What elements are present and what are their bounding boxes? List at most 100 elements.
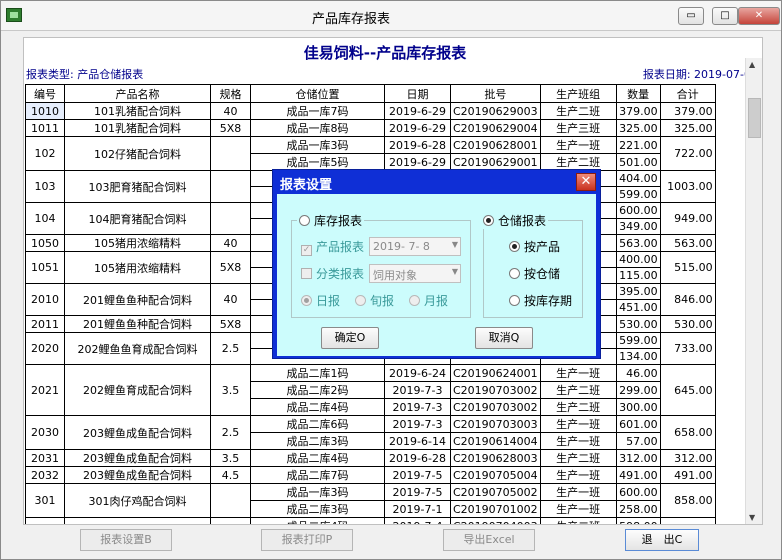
checkbox-icon [301, 268, 312, 279]
cell-total: 1003.00 [659, 170, 716, 203]
cell-location: 成品一库7码 [250, 102, 385, 120]
cell-code: 2032 [25, 466, 65, 484]
cell-location: 成品二库1码 [250, 364, 385, 382]
cell-spec: 2.5 [210, 332, 251, 365]
monthly-label: 月报 [424, 294, 449, 308]
cell-batch: C20190704003 [450, 517, 541, 524]
cell-code: 301 [25, 483, 65, 518]
cell-spec: 3.5 [210, 449, 251, 467]
scroll-thumb[interactable] [748, 98, 761, 138]
cell-code: 2021 [25, 364, 65, 416]
cell-quantity: 221.00 [615, 136, 661, 154]
table-row[interactable]: 2031 203鲤鱼成鱼配合饲料 3.5 成品二库4码 2019-6-28 C201906… [25, 449, 716, 467]
exit-button[interactable]: 退 出C [625, 529, 699, 551]
cell-date: 2019-7-3 [384, 415, 451, 433]
cell-location: 成品一库8码 [250, 119, 385, 137]
column-header: 生产班组 [539, 84, 617, 103]
radio-by-product[interactable]: 按产品 [509, 238, 560, 255]
cell-code: 1050 [25, 234, 65, 252]
scroll-up-icon[interactable]: ▲ [749, 60, 755, 69]
table-row[interactable]: 2021 202鲤鱼育成配合饲料 3.5 成品二库1码 2019-6-24 C201906… [25, 364, 716, 416]
cell-product-name: 302肉中鸡配合饲料 [64, 517, 211, 524]
cell-quantity: 312.00 [615, 449, 661, 467]
cell-quantity: 400.00 [615, 251, 661, 268]
report-title: 佳易饲料--产品库存报表 [303, 44, 467, 62]
scroll-down-icon[interactable]: ▼ [749, 513, 755, 522]
daily-label: 日报 [316, 294, 341, 308]
column-header: 合计 [659, 84, 716, 103]
table-row[interactable]: 301 301肉仔鸡配合饲料 成品一库3码 2019-7-5 C20190705002 生… [25, 483, 716, 518]
minimize-button[interactable]: ▭ [678, 7, 704, 25]
cell-code: 2011 [25, 315, 65, 333]
ok-button[interactable]: 确定O [321, 327, 379, 349]
column-header: 数量 [615, 84, 661, 103]
cell-quantity: 600.00 [615, 483, 661, 501]
category-value: 饲用对象 [373, 269, 417, 282]
cell-team: 生产二班 [539, 381, 617, 399]
cell-date: 2019-6-29 [384, 102, 451, 120]
table-row[interactable]: 302302肉中鸡配合饲料 成品二库4码2019-7-4C20190704003生… [25, 517, 716, 524]
radio-stock-label: 库存报表 [314, 214, 363, 228]
checkbox-product-report[interactable]: ✓ 产品报表 [301, 238, 364, 256]
radio-monthly[interactable]: 月报 [409, 292, 448, 309]
cell-team: 生产一班 [539, 500, 617, 518]
cell-total: 949.00 [659, 202, 716, 235]
radio-storage-report[interactable]: 仓储报表 [481, 212, 549, 229]
cell-code: 102 [25, 136, 65, 171]
cell-team: 生产一班 [539, 466, 617, 484]
category-combo[interactable]: 饲用对象 ▼ [369, 264, 461, 283]
cell-batch: C20190628003 [450, 449, 541, 467]
window-title: 产品库存报表 [311, 12, 390, 27]
cell-batch: C20190614004 [450, 432, 541, 450]
cell-product-name: 203鲤鱼成鱼配合饲料 [64, 466, 211, 484]
cell-total: 757.00 [659, 517, 716, 524]
column-header: 产品名称 [64, 84, 211, 103]
maximize-button[interactable]: □ [712, 7, 738, 25]
radio-icon [299, 215, 310, 226]
checkbox-checked-icon: ✓ [301, 245, 312, 256]
cell-product-name: 202鲤鱼育成配合饲料 [64, 364, 211, 416]
cell-product-name: 203鲤鱼成鱼配合饲料 [64, 415, 211, 450]
table-row[interactable]: 2032 203鲤鱼成鱼配合饲料 4.5 成品二库7码 2019-7-5 C2019070… [25, 466, 716, 484]
table-row[interactable]: 1010 101乳猪配合饲料 40 成品一库7码 2019-6-29 C201906290… [25, 102, 716, 120]
cell-team: 生产一班 [539, 364, 617, 382]
column-header: 日期 [384, 84, 451, 103]
dialog-close-icon[interactable]: ✕ [576, 173, 596, 191]
table-row[interactable]: 1011 101乳猪配合饲料 5X8 成品一库8码 2019-6-29 C20190629… [25, 119, 716, 137]
cell-date: 2019-6-14 [384, 432, 451, 450]
cell-date: 2019-7-4 [384, 517, 451, 524]
cell-date: 2019-6-28 [384, 136, 451, 154]
checkbox-category-report[interactable]: 分类报表 [301, 265, 364, 282]
radio-daily[interactable]: 日报 [301, 292, 340, 309]
cell-batch: C20190703003 [450, 415, 541, 433]
cell-team: 生产一班 [539, 483, 617, 501]
product-date-combo[interactable]: 2019- 7- 8 ▼ [369, 237, 461, 256]
cell-product-name: 103肥育猪配合饲料 [64, 170, 211, 203]
cell-quantity: 57.00 [615, 432, 661, 450]
report-settings-button[interactable]: 报表设置B [80, 529, 172, 551]
radio-by-period[interactable]: 按库存期 [509, 292, 572, 309]
table-row[interactable]: 102 102仔猪配合饲料 成品一库3码 2019-6-28 C20190628001 生… [25, 136, 716, 171]
radio-stock-report[interactable]: 库存报表 [297, 212, 365, 229]
title-bar: 产品库存报表 ▭ □ ✕ [1, 1, 781, 31]
vertical-scrollbar[interactable]: ▲ ▼ [745, 58, 762, 524]
cell-location: 成品二库3码 [250, 432, 385, 450]
cell-spec: 40 [210, 234, 251, 252]
cell-team: 生产二班 [539, 398, 617, 416]
radio-ten-day[interactable]: 旬报 [355, 292, 394, 309]
cancel-button[interactable]: 取消Q [475, 327, 533, 349]
main-window: 产品库存报表 ▭ □ ✕ 佳易饲料--产品库存报表 报表类型: 产品仓储报表 报… [0, 0, 782, 560]
cell-quantity: 349.00 [615, 218, 661, 235]
report-print-button[interactable]: 报表打印P [261, 529, 353, 551]
cell-spec [210, 202, 251, 235]
radio-icon [301, 295, 312, 306]
cell-quantity: 491.00 [615, 466, 661, 484]
radio-by-warehouse[interactable]: 按仓储 [509, 265, 560, 282]
cell-team: 生产一班 [539, 136, 617, 154]
column-header: 编号 [25, 84, 65, 103]
export-excel-button[interactable]: 导出Excel [443, 529, 535, 551]
cell-quantity: 395.00 [615, 283, 661, 300]
table-row[interactable]: 2030 203鲤鱼成鱼配合饲料 2.5 成品二库6码 2019-7-3 C2019070… [25, 415, 716, 450]
close-button[interactable]: ✕ [738, 7, 780, 25]
cell-total: 515.00 [659, 251, 716, 284]
